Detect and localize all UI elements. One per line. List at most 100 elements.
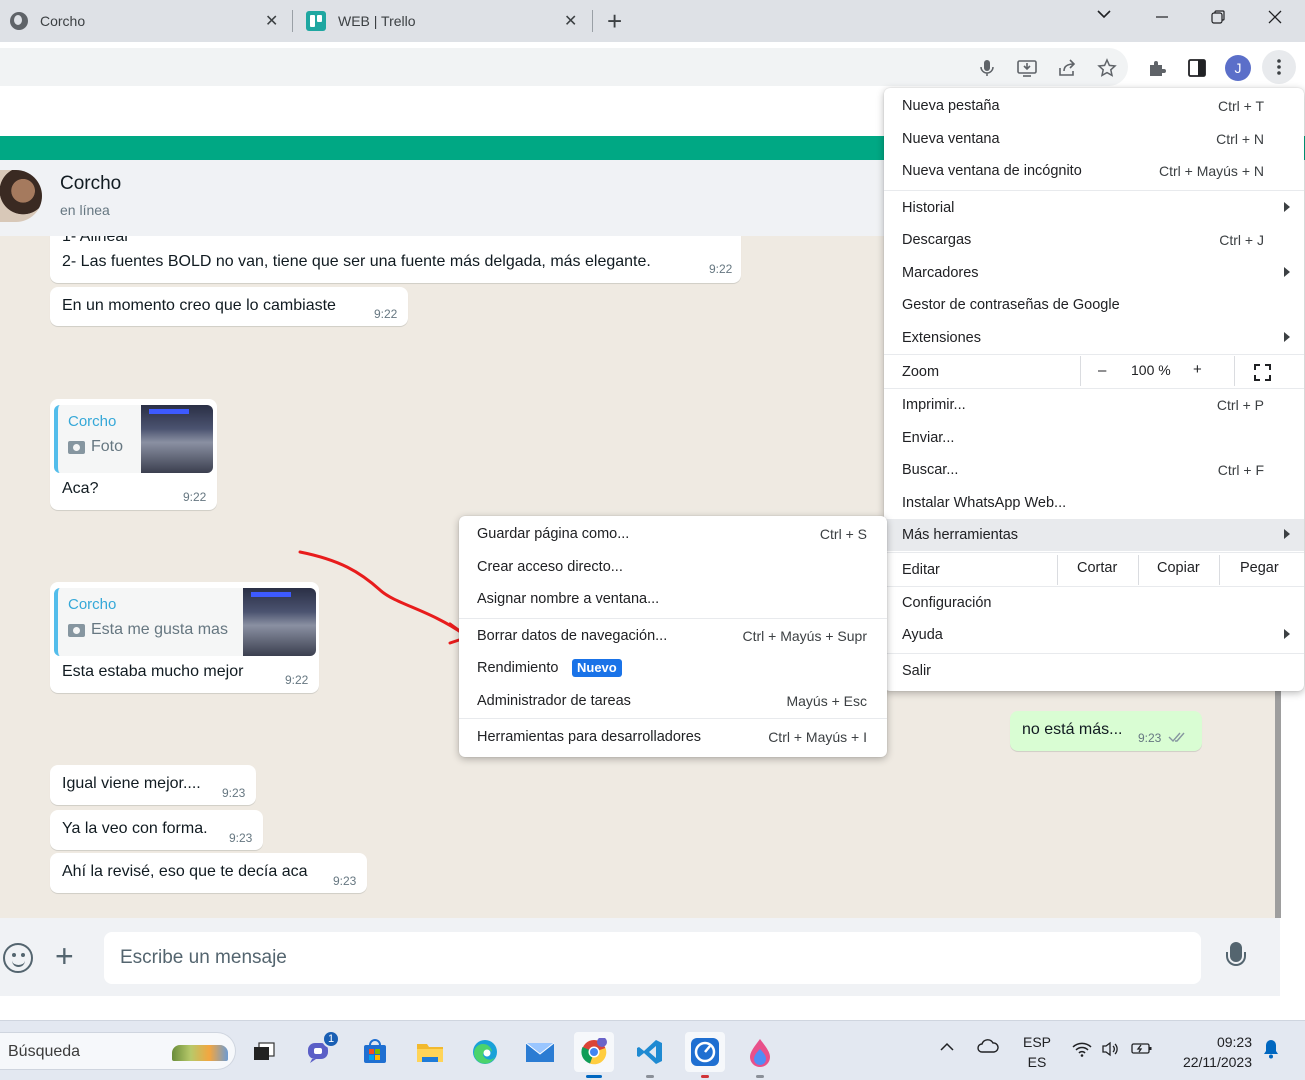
tab-divider	[592, 10, 593, 32]
wifi-icon[interactable]	[1072, 1041, 1092, 1062]
menu-item-history[interactable]: Historial	[884, 192, 1304, 224]
menu-item-new-window[interactable]: Nueva ventana Ctrl + N	[884, 123, 1304, 155]
zoom-out-button[interactable]: –	[1098, 362, 1106, 379]
cut-button[interactable]: Cortar	[1077, 560, 1117, 576]
menu-item-downloads[interactable]: Descargas Ctrl + J	[884, 224, 1304, 256]
task-view-icon[interactable]	[244, 1032, 284, 1072]
share-icon[interactable]	[1057, 58, 1077, 78]
profile-avatar[interactable]: J	[1225, 55, 1251, 81]
onedrive-cloud-icon[interactable]	[977, 1039, 999, 1058]
quoted-author: Corcho	[68, 596, 117, 613]
submenu-item-task-manager[interactable]: Administrador de tareas Mayús + Esc	[459, 685, 887, 717]
message-time: 9:23	[229, 831, 253, 845]
message-bubble[interactable]: Ya la veo con forma. 9:23	[50, 810, 263, 850]
emoji-icon[interactable]	[3, 943, 33, 973]
fullscreen-icon[interactable]	[1254, 364, 1271, 381]
menu-item-bookmarks[interactable]: Marcadores	[884, 257, 1304, 289]
tab-trello[interactable]: WEB | Trello ✕	[296, 0, 586, 42]
message-text: Igual viene mejor....	[62, 775, 201, 792]
submenu-item-developer-tools[interactable]: Herramientas para desarrolladores Ctrl + …	[459, 721, 887, 753]
microphone-icon[interactable]	[1226, 942, 1246, 974]
extensions-puzzle-icon[interactable]	[1147, 58, 1167, 78]
quoted-message[interactable]: Corcho Esta me gusta mas	[54, 588, 316, 656]
close-window-button[interactable]	[1268, 8, 1282, 29]
vscode-icon[interactable]	[630, 1032, 670, 1078]
submenu-item-create-shortcut[interactable]: Crear acceso directo...	[459, 551, 887, 583]
system-clock[interactable]: 09:23 22/11/2023	[1170, 1032, 1252, 1072]
message-bubble[interactable]: Igual viene mejor.... 9:23	[50, 765, 256, 805]
mail-icon[interactable]	[520, 1032, 560, 1072]
edge-browser-icon[interactable]	[465, 1032, 505, 1072]
side-panel-icon[interactable]	[1187, 58, 1207, 78]
taskbar-search-box[interactable]: Búsqueda	[0, 1032, 236, 1070]
paste-button[interactable]: Pegar	[1240, 560, 1279, 576]
menu-divider	[884, 653, 1304, 654]
submenu-arrow-icon	[1284, 529, 1290, 539]
close-icon[interactable]: ✕	[265, 11, 278, 31]
submenu-item-clear-browsing-data[interactable]: Borrar datos de navegación... Ctrl + Mayú…	[459, 620, 887, 652]
tab-corcho[interactable]: Corcho ✕	[0, 0, 290, 42]
new-tab-button[interactable]: +	[607, 6, 622, 37]
message-bubble[interactable]: Corcho Foto Aca? 9:22	[50, 399, 217, 510]
restore-button[interactable]	[1211, 8, 1225, 29]
microphone-icon[interactable]	[977, 58, 997, 78]
keyboard-language[interactable]: ESP ES	[1023, 1032, 1051, 1072]
menu-item-send[interactable]: Enviar...	[884, 422, 1304, 454]
paint-drop-icon[interactable]	[740, 1032, 780, 1078]
message-time: 9:22	[183, 490, 207, 504]
attach-plus-icon[interactable]: +	[55, 938, 74, 974]
contact-avatar[interactable]	[0, 170, 42, 222]
camera-icon	[68, 623, 85, 637]
menu-item-label: Imprimir...	[902, 397, 966, 413]
menu-item-new-tab[interactable]: Nueva pestaña Ctrl + T	[884, 90, 1304, 122]
menu-item-label: Ayuda	[902, 627, 943, 643]
speedtest-app-icon[interactable]	[685, 1032, 725, 1078]
chevron-up-icon[interactable]	[940, 1039, 954, 1057]
submenu-item-save-page[interactable]: Guardar página como... Ctrl + S	[459, 518, 887, 550]
chrome-menu-button[interactable]	[1262, 50, 1296, 84]
address-bar[interactable]	[0, 48, 1128, 86]
submenu-item-name-window[interactable]: Asignar nombre a ventana...	[459, 583, 887, 615]
message-time: 9:23	[222, 786, 246, 800]
bookmark-star-icon[interactable]	[1097, 58, 1117, 78]
menu-item-incognito[interactable]: Nueva ventana de incógnito Ctrl + Mayús +…	[884, 155, 1304, 187]
copy-button[interactable]: Copiar	[1157, 560, 1200, 576]
menu-item-settings[interactable]: Configuración	[884, 587, 1304, 619]
message-bubble[interactable]: En un momento creo que lo cambiaste 9:22	[50, 287, 408, 326]
install-app-icon[interactable]	[1017, 58, 1037, 78]
menu-item-label: Más herramientas	[902, 527, 1019, 543]
tab-search-chevron-icon[interactable]	[1096, 6, 1112, 27]
minimize-button[interactable]	[1155, 8, 1169, 29]
menu-item-label: Guardar página como...	[477, 526, 630, 542]
chrome-taskbar-icon[interactable]	[574, 1032, 614, 1078]
menu-item-label: Descargas	[902, 232, 972, 248]
message-bubble[interactable]: Corcho Esta me gusta mas Esta estaba muc…	[50, 582, 319, 693]
quoted-author: Corcho	[68, 413, 117, 430]
microsoft-store-icon[interactable]	[355, 1032, 395, 1072]
zoom-in-button[interactable]: +	[1193, 361, 1202, 378]
close-icon[interactable]: ✕	[564, 11, 577, 31]
menu-item-print[interactable]: Imprimir... Ctrl + P	[884, 389, 1304, 421]
notification-bell-icon[interactable]	[1263, 1039, 1279, 1064]
menu-item-shortcut: Ctrl + J	[1219, 232, 1264, 248]
new-badge: Nuevo	[572, 659, 622, 677]
message-bubble[interactable]: 1- Alinear 2- Las fuentes BOLD no van, t…	[50, 236, 741, 283]
file-explorer-icon[interactable]	[410, 1032, 450, 1072]
message-bubble-outgoing[interactable]: no está más... 9:23	[1010, 711, 1202, 751]
tab-title: WEB | Trello	[338, 13, 416, 29]
menu-item-help[interactable]: Ayuda	[884, 619, 1304, 651]
message-bubble[interactable]: Ahí la revisé, eso que te decía aca 9:23	[50, 853, 367, 893]
volume-icon[interactable]	[1101, 1041, 1121, 1062]
message-time: 9:23	[1138, 731, 1162, 745]
menu-item-install-app[interactable]: Instalar WhatsApp Web...	[884, 487, 1304, 519]
submenu-item-performance[interactable]: Rendimiento Nuevo	[459, 652, 887, 684]
menu-item-exit[interactable]: Salir	[884, 655, 1304, 687]
menu-item-extensions[interactable]: Extensiones	[884, 322, 1304, 354]
menu-item-label: Editar	[902, 561, 940, 578]
message-input[interactable]	[104, 932, 1201, 984]
menu-item-password-manager[interactable]: Gestor de contraseñas de Google	[884, 289, 1304, 321]
menu-item-find[interactable]: Buscar... Ctrl + F	[884, 454, 1304, 486]
quoted-message[interactable]: Corcho Foto	[54, 405, 213, 473]
menu-item-more-tools[interactable]: Más herramientas	[884, 519, 1304, 551]
battery-icon[interactable]	[1131, 1041, 1153, 1060]
